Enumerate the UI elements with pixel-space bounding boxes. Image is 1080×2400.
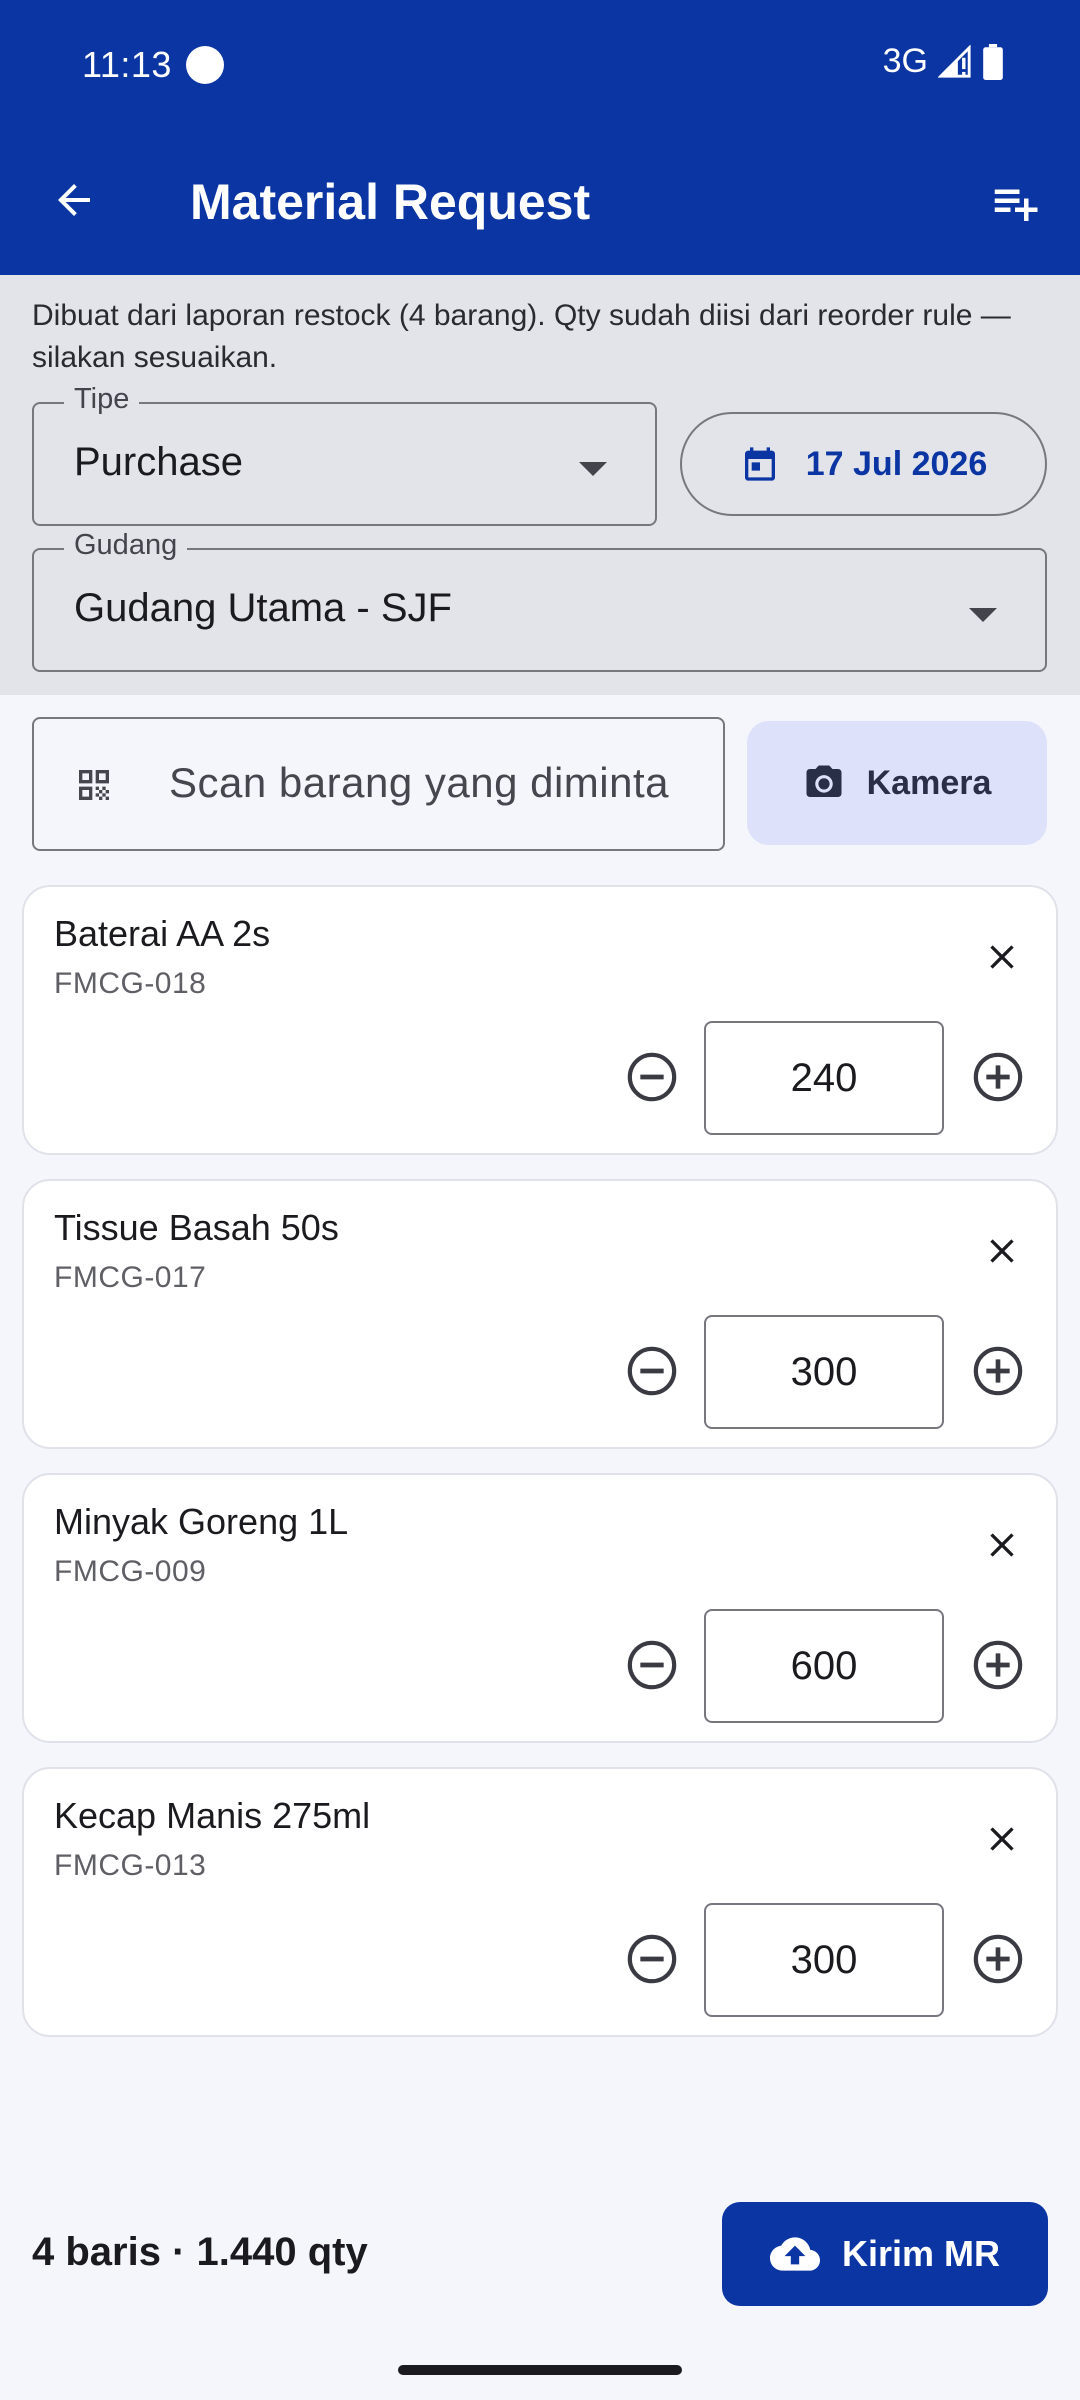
signal-icon (938, 44, 971, 78)
item-code: FMCG-009 (54, 1555, 207, 1588)
type-label: Tipe (64, 382, 140, 416)
qty-input[interactable]: 300 (704, 1903, 944, 2017)
date-label: 17 Jul 2026 (805, 444, 988, 483)
scan-input[interactable]: Scan barang yang diminta (32, 717, 725, 851)
plus-circle-icon (973, 1934, 1023, 1984)
app-bar: 11:13 3G Material Request (0, 0, 1080, 275)
back-button[interactable] (42, 168, 106, 232)
remove-item-button[interactable] (972, 1809, 1032, 1869)
warehouse-value: Gudang Utama - SJF (74, 586, 452, 630)
decrease-qty-button[interactable] (620, 1927, 684, 1991)
plus-circle-icon (973, 1640, 1023, 1690)
qty-input[interactable]: 240 (704, 1021, 944, 1135)
scan-placeholder: Scan barang yang diminta (169, 759, 669, 806)
qr-code-icon (79, 770, 109, 800)
warehouse-label: Gudang (64, 528, 188, 562)
item-code: FMCG-013 (54, 1849, 207, 1882)
item-card: Baterai AA 2s FMCG-018 240 (22, 885, 1058, 1155)
dropdown-arrow-icon (579, 462, 607, 476)
minus-circle-icon (627, 1934, 677, 1984)
playlist-add-icon (994, 189, 1038, 221)
warehouse-dropdown[interactable]: Gudang Gudang Utama - SJF (32, 528, 1047, 672)
remove-item-button[interactable] (972, 1515, 1032, 1575)
camera-button[interactable]: Kamera (747, 721, 1047, 845)
item-name: Minyak Goreng 1L (54, 1501, 349, 1542)
decrease-qty-button[interactable] (620, 1633, 684, 1697)
summary-text: 4 baris · 1.440 qty (32, 2230, 368, 2274)
increase-qty-button[interactable] (966, 1339, 1030, 1403)
status-time: 11:13 (82, 44, 172, 85)
item-name: Kecap Manis 275ml (54, 1795, 371, 1836)
date-button[interactable]: 17 Jul 2026 (680, 412, 1047, 516)
status-icons: 3G (883, 42, 1004, 81)
close-icon (990, 945, 1014, 969)
camera-icon (806, 765, 842, 797)
qty-input[interactable]: 300 (704, 1315, 944, 1429)
remove-item-button[interactable] (972, 1221, 1032, 1281)
home-indicator (398, 2365, 682, 2375)
plus-circle-icon (973, 1346, 1023, 1396)
bottom-bar: 4 baris · 1.440 qty Kirim MR (0, 2168, 1080, 2400)
item-name: Baterai AA 2s (54, 913, 271, 954)
plus-circle-icon (973, 1052, 1023, 1102)
dropdown-arrow-icon (969, 608, 997, 622)
calendar-icon (744, 447, 775, 481)
page-title: Material Request (190, 174, 591, 230)
remove-item-button[interactable] (972, 927, 1032, 987)
item-card: Tissue Basah 50s FMCG-017 300 (22, 1179, 1058, 1449)
type-dropdown[interactable]: Tipe Purchase (32, 382, 657, 526)
battery-icon (983, 43, 1003, 80)
add-item-button[interactable] (980, 168, 1050, 238)
minus-circle-icon (627, 1640, 677, 1690)
type-value: Purchase (74, 440, 243, 484)
close-icon (990, 1533, 1014, 1557)
network-type: 3G (882, 42, 928, 80)
item-card: Minyak Goreng 1L FMCG-009 600 (22, 1473, 1058, 1743)
notification-dot-icon (186, 46, 224, 84)
arrow-left-icon (58, 184, 90, 216)
decrease-qty-button[interactable] (620, 1045, 684, 1109)
increase-qty-button[interactable] (966, 1927, 1030, 1991)
decrease-qty-button[interactable] (620, 1339, 684, 1403)
close-icon (990, 1239, 1014, 1263)
item-code: FMCG-018 (54, 967, 207, 1000)
item-name: Tissue Basah 50s (54, 1207, 339, 1248)
cloud-upload-icon (769, 2237, 820, 2271)
increase-qty-button[interactable] (966, 1633, 1030, 1697)
minus-circle-icon (627, 1052, 677, 1102)
qty-input[interactable]: 600 (704, 1609, 944, 1723)
submit-mr-button[interactable]: Kirim MR (722, 2202, 1048, 2306)
camera-label: Kamera (866, 763, 992, 802)
submit-label: Kirim MR (841, 2233, 1000, 2274)
item-card: Kecap Manis 275ml FMCG-013 300 (22, 1767, 1058, 2037)
info-text: Dibuat dari laporan restock (4 barang). … (32, 299, 1011, 374)
item-code: FMCG-017 (54, 1261, 207, 1294)
close-icon (990, 1827, 1014, 1851)
minus-circle-icon (627, 1346, 677, 1396)
increase-qty-button[interactable] (966, 1045, 1030, 1109)
